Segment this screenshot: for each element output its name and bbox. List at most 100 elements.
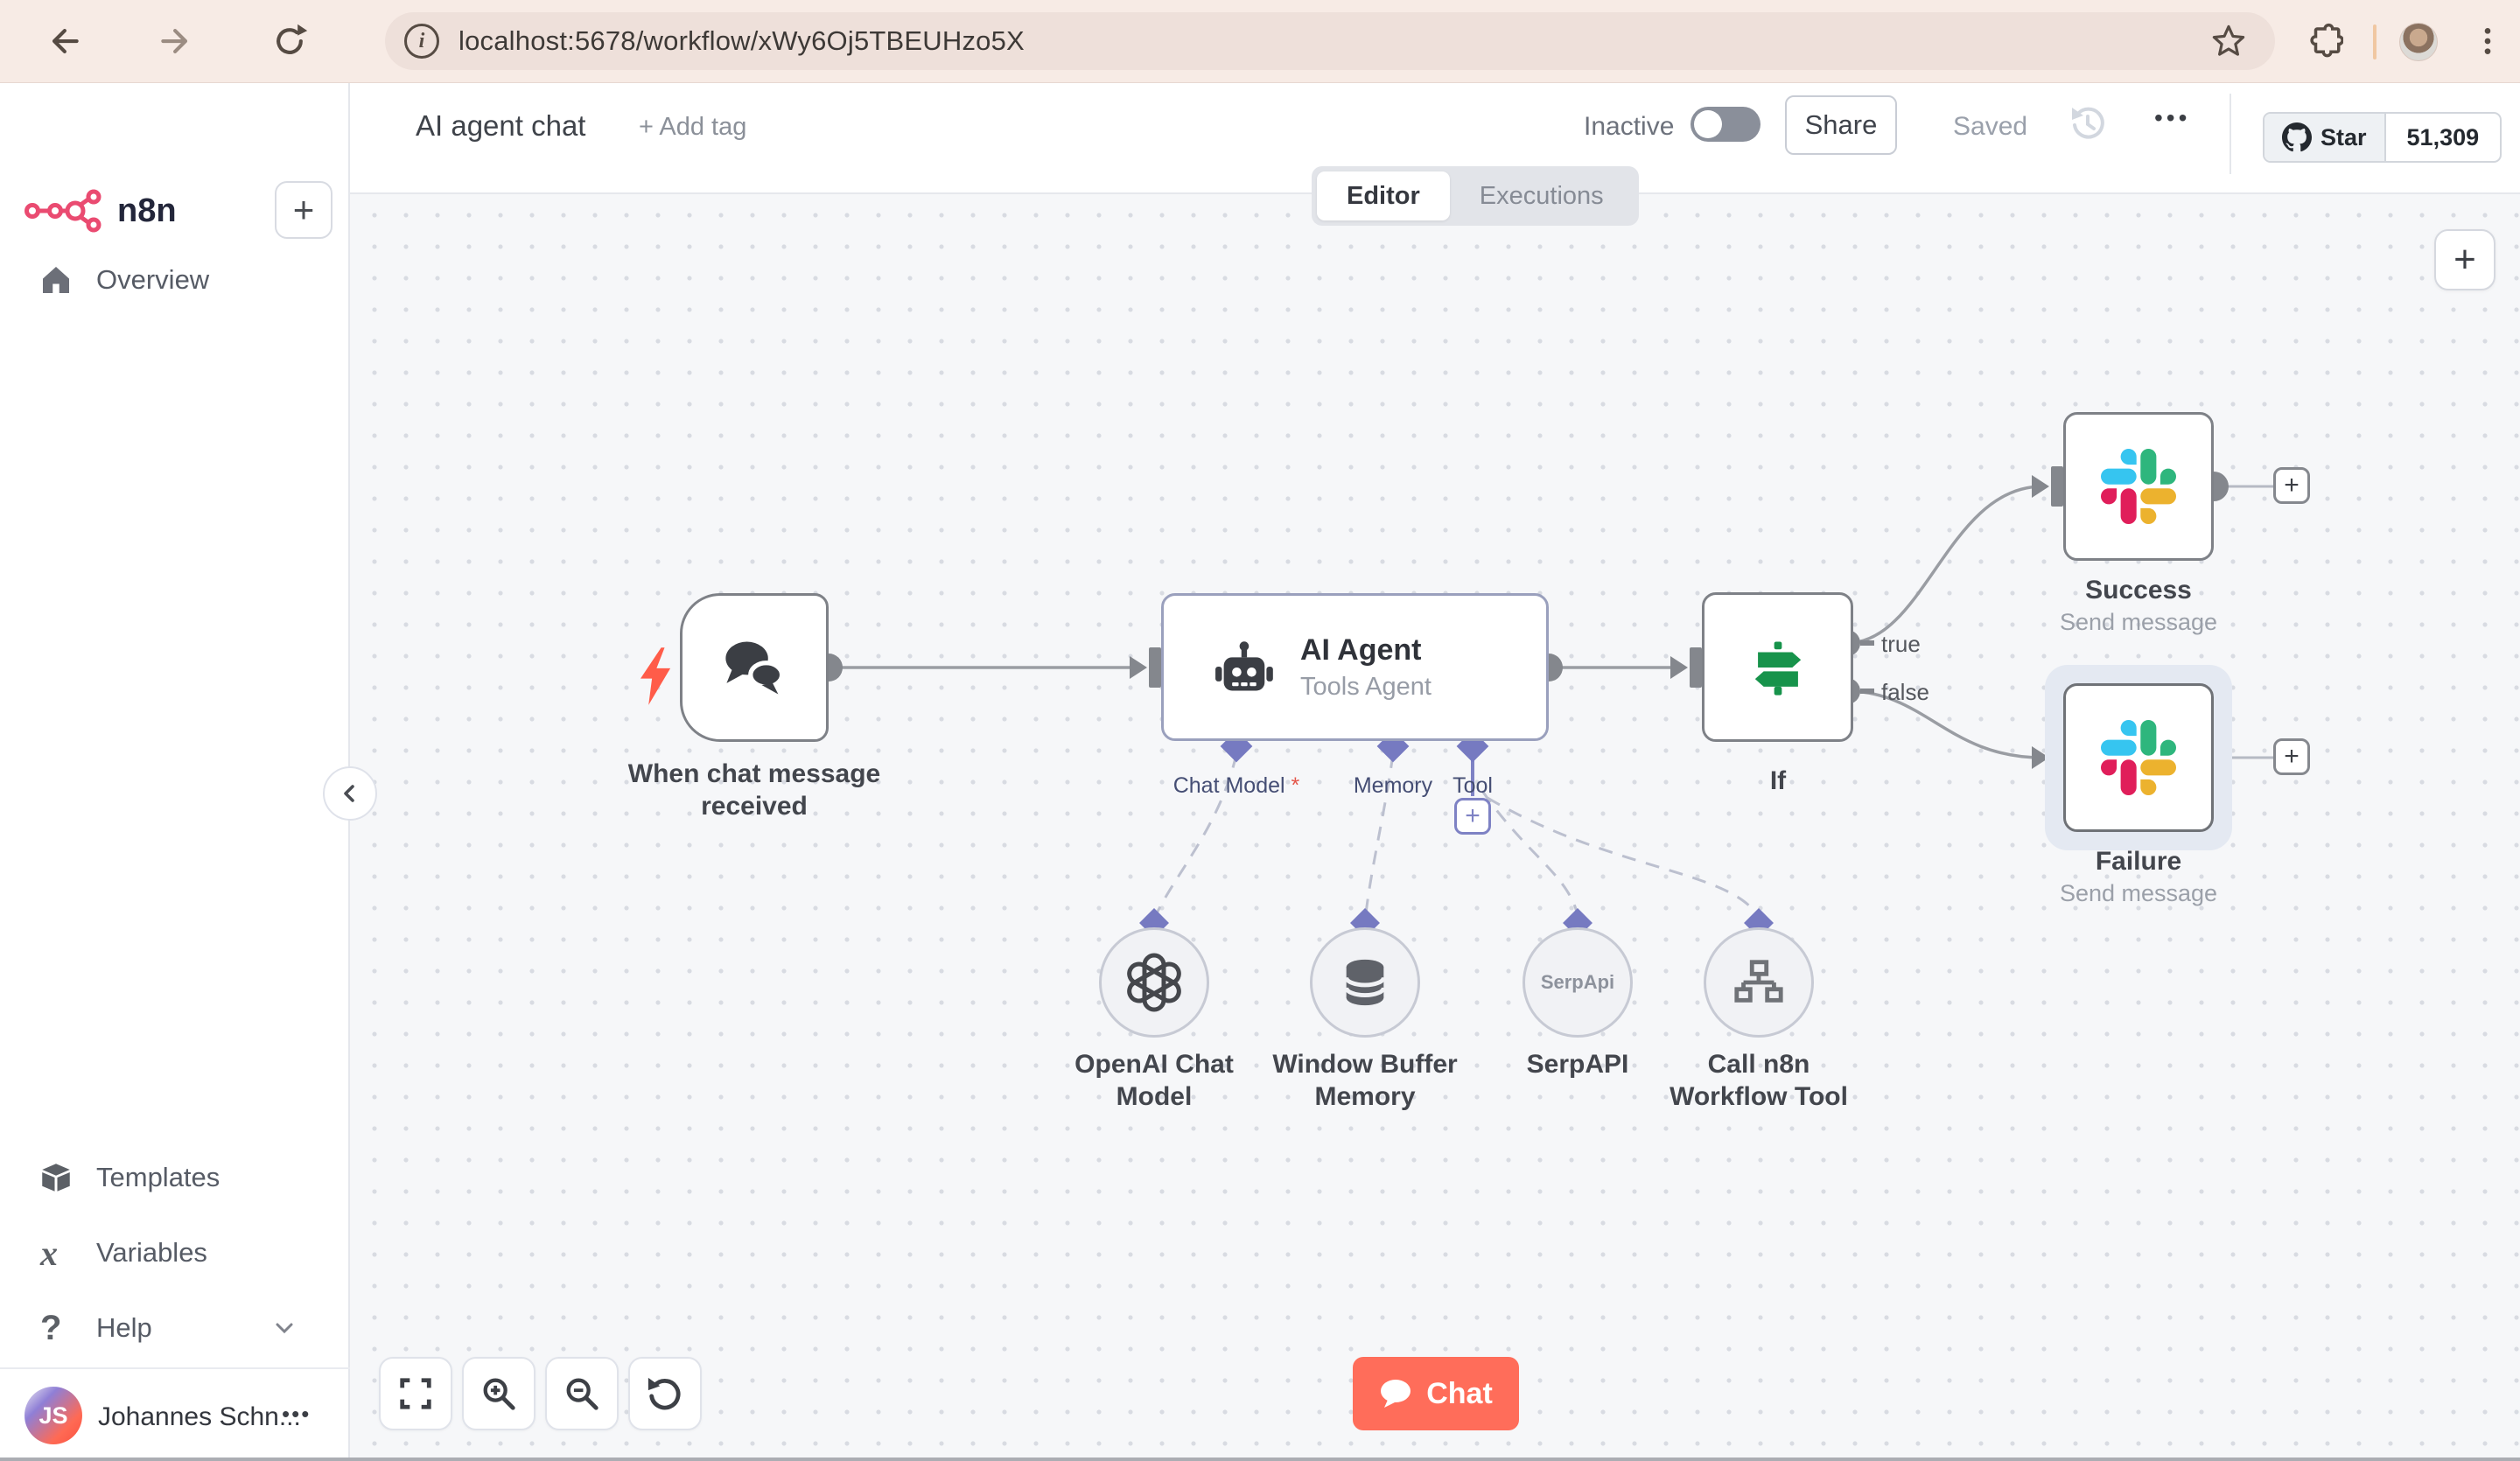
- serpapi-badge: SerpApi: [1540, 971, 1615, 993]
- github-star-label: Star: [2320, 123, 2367, 150]
- collapse-sidebar-button[interactable]: [323, 766, 377, 821]
- node-when-chat-message-received[interactable]: [680, 593, 829, 742]
- node-label-if: If: [1769, 766, 1787, 795]
- node-failure[interactable]: [2063, 683, 2214, 832]
- logo-text: n8n: [117, 192, 177, 229]
- sidebar-divider: [0, 1367, 350, 1369]
- share-button[interactable]: Share: [1785, 95, 1897, 155]
- sidebar-item-templates[interactable]: Templates: [0, 1152, 350, 1203]
- extensions-button[interactable]: [2305, 21, 2345, 61]
- sitemap-icon: [1734, 960, 1783, 1003]
- open-chat-button[interactable]: Chat: [1353, 1357, 1519, 1430]
- workflow-more-menu[interactable]: •••: [2154, 104, 2190, 132]
- forward-arrow-icon: [161, 29, 188, 53]
- github-icon: [2282, 122, 2312, 152]
- fit-view-icon: [400, 1378, 431, 1409]
- port-label-text: Chat Model: [1172, 773, 1285, 798]
- add-node-after-success-button[interactable]: +: [2273, 467, 2310, 504]
- browser-forward-button[interactable]: [156, 21, 196, 61]
- edge-if-false-to-failure[interactable]: [1846, 689, 2043, 759]
- zoom-out-button[interactable]: [545, 1357, 619, 1430]
- node-label-buffer-memory: Window Buffer Memory: [1272, 1050, 1458, 1111]
- github-star-widget[interactable]: Star 51,309: [2263, 112, 2502, 163]
- node-label-workflow-tool: Call n8n Workflow Tool: [1670, 1050, 1848, 1111]
- sidebar-item-label: Overview: [96, 264, 210, 295]
- user-menu-dots[interactable]: •••: [282, 1401, 311, 1428]
- sidebar-item-variables[interactable]: x Variables: [0, 1227, 350, 1278]
- chevron-left-icon: [344, 785, 354, 802]
- zoom-out-icon: [566, 1378, 598, 1410]
- reset-view-button[interactable]: [628, 1357, 702, 1430]
- browser-profile-avatar[interactable]: [2399, 23, 2438, 61]
- address-bar[interactable]: i localhost:5678/workflow/xWy6Oj5TBEUHzo…: [385, 12, 2275, 70]
- package-icon: [40, 1162, 93, 1193]
- output-label-false: false: [1881, 679, 1929, 705]
- add-node-after-failure-button[interactable]: +: [2273, 738, 2310, 775]
- n8n-logo[interactable]: n8n: [24, 186, 177, 235]
- user-avatar[interactable]: JS: [24, 1387, 82, 1444]
- help-question-icon: ?: [40, 1308, 62, 1347]
- node-openai-chat-model[interactable]: [1099, 927, 1209, 1038]
- node-subtitle-failure: Send message: [2059, 880, 2218, 906]
- sidebar-item-label: Variables: [96, 1237, 207, 1268]
- node-subtitle-ai-agent: Tools Agent: [1300, 672, 1432, 701]
- slack-icon: [2101, 449, 2176, 524]
- github-star-count[interactable]: 51,309: [2386, 114, 2501, 161]
- node-serpapi[interactable]: SerpApi: [1522, 927, 1633, 1038]
- browser-reload-button[interactable]: [270, 21, 310, 61]
- screen-bottom-edge: [0, 1458, 2520, 1461]
- node-if[interactable]: [1702, 592, 1853, 742]
- port-label-chat-model: Chat Model *: [1149, 773, 1324, 799]
- site-info-icon[interactable]: i: [404, 24, 439, 59]
- workflow-title[interactable]: AI agent chat: [416, 109, 585, 143]
- undo-rotate-icon: [648, 1377, 681, 1410]
- chevron-down-icon: [276, 1323, 293, 1334]
- browser-toolbar: i localhost:5678/workflow/xWy6Oj5TBEUHzo…: [0, 0, 2520, 83]
- required-asterisk: *: [1291, 773, 1300, 798]
- port-label-tool: Tool: [1452, 773, 1493, 798]
- history-icon[interactable]: [2067, 102, 2109, 149]
- activation-status-label: Inactive: [1584, 112, 1675, 141]
- sidebar-item-overview[interactable]: Overview: [0, 255, 350, 305]
- reload-icon: [298, 24, 308, 36]
- github-star-button[interactable]: Star: [2264, 114, 2386, 161]
- node-call-n8n-workflow-tool[interactable]: [1704, 927, 1814, 1038]
- output-label-true: true: [1881, 631, 1921, 657]
- edge-tool-to-workflowtool[interactable]: [1487, 796, 1758, 914]
- home-icon: [40, 264, 93, 296]
- edge-if-true-to-success[interactable]: [1846, 485, 2043, 645]
- chat-button-label: Chat: [1426, 1376, 1493, 1410]
- browser-menu-button[interactable]: [2468, 21, 2508, 61]
- slack-icon: [2101, 720, 2176, 795]
- toggle-knob: [1694, 110, 1722, 138]
- activation-toggle[interactable]: [1690, 107, 1760, 142]
- node-success[interactable]: [2063, 412, 2214, 561]
- variables-x-icon: x: [40, 1233, 58, 1273]
- node-label-success: Success: [2085, 576, 2192, 605]
- new-workflow-button[interactable]: +: [275, 181, 332, 239]
- add-tag-button[interactable]: + Add tag: [639, 113, 746, 142]
- sidebar-item-help[interactable]: ? Help: [0, 1303, 350, 1353]
- zoom-in-button[interactable]: [462, 1357, 536, 1430]
- diamond-ports[interactable]: [1139, 730, 1774, 938]
- node-title-ai-agent: AI Agent: [1300, 633, 1422, 667]
- node-label-failure: Failure: [2095, 847, 2182, 876]
- workflow-canvas[interactable]: + When chat message received AI Agent To…: [350, 194, 2520, 1461]
- zoom-to-fit-button[interactable]: [379, 1357, 452, 1430]
- node-window-buffer-memory[interactable]: [1310, 927, 1420, 1038]
- editor-executions-tabs: Editor Executions: [1312, 166, 1639, 226]
- user-name[interactable]: Johannes Schn...: [98, 1402, 301, 1432]
- sidebar-item-label: Help: [96, 1312, 152, 1343]
- tab-executions[interactable]: Executions: [1450, 171, 1634, 220]
- node-ai-agent[interactable]: AI Agent Tools Agent: [1161, 593, 1549, 741]
- add-tool-button[interactable]: +: [1454, 798, 1491, 835]
- tab-editor[interactable]: Editor: [1317, 171, 1450, 220]
- robot-icon: [1215, 640, 1273, 691]
- saved-status: Saved: [1953, 112, 2028, 141]
- browser-back-button[interactable]: [44, 21, 84, 61]
- bookmark-star-button[interactable]: [2208, 21, 2249, 61]
- node-label-trigger: When chat message received: [627, 759, 881, 821]
- edge-tool-to-serpapi[interactable]: [1480, 790, 1578, 912]
- trigger-lightning-icon: [640, 647, 671, 705]
- canvas-add-node-button[interactable]: +: [2434, 229, 2496, 290]
